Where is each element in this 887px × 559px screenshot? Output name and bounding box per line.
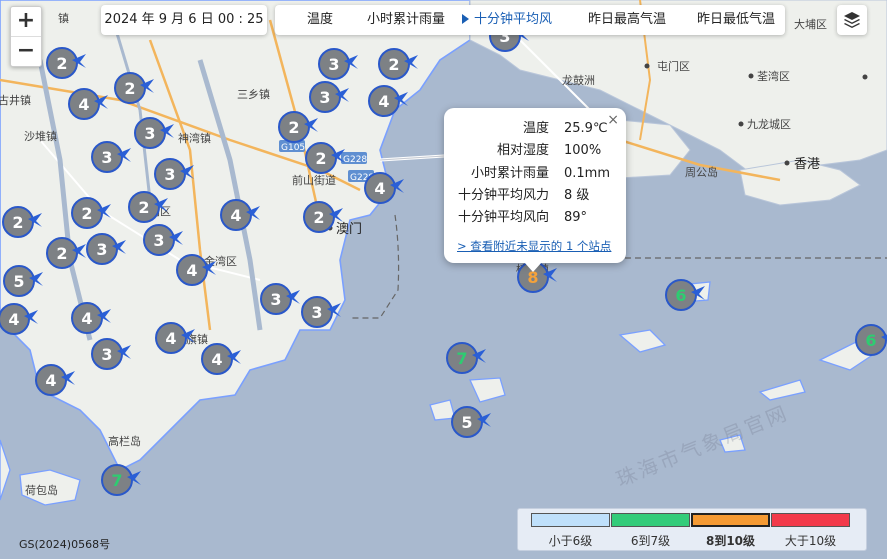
place-label: 九龙城区 (747, 118, 791, 131)
station-wind-level: 2 (138, 198, 149, 217)
station-wind-level: 7 (456, 349, 467, 368)
station-wind-level: 3 (101, 148, 112, 167)
station-wind-level: 4 (378, 92, 389, 111)
station-wind-level: 3 (164, 165, 175, 184)
station-wind-level: 4 (8, 310, 19, 329)
station-popup: × 温度 25.9℃ 相对湿度 100% 小时累计雨量 0.1mm 十分钟平均风力 8 … (444, 108, 626, 272)
legend-label: 8到10级 (705, 534, 756, 548)
station-wind-level: 2 (56, 54, 67, 73)
tab-hourly-rain[interactable]: 小时累计雨量 (367, 5, 445, 35)
station-wind-level: 2 (388, 55, 399, 74)
legend-item[interactable]: 6到7级 (611, 513, 690, 549)
element-tabs: 温度 小时累计雨量 十分钟平均风 昨日最高气温 昨日最低气温 (275, 5, 785, 35)
station-wind-level: 6 (675, 286, 686, 305)
station-wind-level: 3 (270, 290, 281, 309)
station-wind-level: 3 (319, 88, 330, 107)
station-wind-level: 4 (186, 261, 197, 280)
station-wind-level: 2 (315, 149, 326, 168)
map-copyright: GS(2024)0568号 (19, 538, 111, 551)
place-label: 神湾镇 (178, 131, 211, 145)
popup-row-humidity: 相对湿度 100% (496, 143, 602, 158)
popup-row-wind-force: 十分钟平均风力 8 级 (457, 188, 590, 203)
station-wind-level: 3 (328, 55, 339, 74)
road-shield: G228 (343, 155, 367, 165)
place-label: 龙鼓洲 (562, 73, 595, 87)
station-wind-level: 2 (313, 208, 324, 227)
station-wind-level: 2 (56, 244, 67, 263)
station-wind-level: 4 (211, 350, 222, 369)
station-wind-level: 5 (13, 272, 24, 291)
play-arrow-icon (462, 14, 469, 24)
tab-temperature[interactable]: 温度 (307, 5, 333, 35)
legend-swatch (611, 513, 690, 527)
popup-row-rain: 小时累计雨量 0.1mm (470, 166, 611, 181)
station-wind-level: 5 (461, 413, 472, 432)
layers-button[interactable] (837, 5, 867, 35)
place-label: 大埔区 (794, 17, 827, 31)
station-wind-level: 4 (230, 206, 241, 225)
place-label: 高栏岛 (108, 434, 141, 448)
place-label: 古井镇 (0, 93, 31, 107)
station-wind-level: 3 (311, 303, 322, 322)
tab-ten-minute-wind[interactable]: 十分钟平均风 (462, 5, 552, 35)
road-shield: G105 (281, 143, 305, 153)
wind-station-marker[interactable]: 6 (855, 324, 887, 356)
place-label: 三乡镇 (237, 87, 270, 101)
zoom-out-button[interactable]: − (11, 36, 41, 66)
legend-label: 小于6级 (548, 534, 593, 548)
place-label: 荷包岛 (25, 483, 58, 497)
station-wind-level: 7 (111, 471, 122, 490)
station-wind-level: 2 (81, 204, 92, 223)
place-label: 前山街道 (292, 173, 336, 187)
place-label: 沙堆镇 (24, 129, 57, 143)
map-canvas[interactable]: 镇 古井镇 沙堆镇 三乡镇 神湾镇 前山街道 斗门区 澳门 金湾区 红旗镇 高栏… (0, 0, 887, 559)
station-wind-level: 2 (124, 79, 135, 98)
station-wind-level: 4 (45, 371, 56, 390)
nearby-stations-link[interactable]: > 查看附近未显示的 1 个站点 (457, 238, 611, 254)
tab-yesterday-min-temp[interactable]: 昨日最低气温 (697, 5, 775, 35)
popup-row-wind-direction: 十分钟平均风向 89° (457, 210, 588, 225)
station-wind-level: 4 (165, 329, 176, 348)
legend-item[interactable]: 8到10级 (691, 513, 770, 549)
legend-label: 6到7级 (630, 534, 671, 548)
tab-yesterday-max-temp[interactable]: 昨日最高气温 (588, 5, 666, 35)
popup-row-temperature: 温度 25.9℃ (522, 121, 608, 136)
legend-swatch (531, 513, 610, 527)
station-wind-level: 6 (865, 331, 876, 350)
legend-swatch (691, 513, 770, 527)
station-wind-level: 3 (101, 345, 112, 364)
station-wind-level: 2 (12, 213, 23, 232)
station-wind-level: 3 (96, 240, 107, 259)
station-wind-level: 4 (374, 179, 385, 198)
zoom-in-button[interactable]: + (11, 7, 41, 36)
legend-item[interactable]: 大于10级 (771, 513, 850, 549)
wind-legend: 小于6级 6到7级 8到10级 大于10级 (517, 508, 867, 551)
place-label: 镇 (58, 11, 69, 25)
station-wind-level: 4 (78, 95, 89, 114)
place-label: 香港 (794, 157, 820, 172)
place-label: 周公岛 (685, 165, 718, 179)
station-wind-level: 3 (144, 124, 155, 143)
zoom-control: + − (10, 6, 42, 67)
legend-label: 大于10级 (784, 534, 837, 548)
place-label: 澳门 (336, 221, 362, 237)
place-label: 荃湾区 (757, 69, 790, 83)
legend-swatch (771, 513, 850, 527)
datetime-picker[interactable]: 2024 年 9 月 6 日 00 : 25 (101, 5, 267, 35)
station-wind-level: 3 (153, 231, 164, 250)
legend-item[interactable]: 小于6级 (531, 513, 610, 549)
station-wind-level: 2 (288, 118, 299, 137)
layers-icon (844, 12, 860, 28)
station-wind-level: 4 (81, 309, 92, 328)
place-label: 屯门区 (657, 59, 690, 73)
